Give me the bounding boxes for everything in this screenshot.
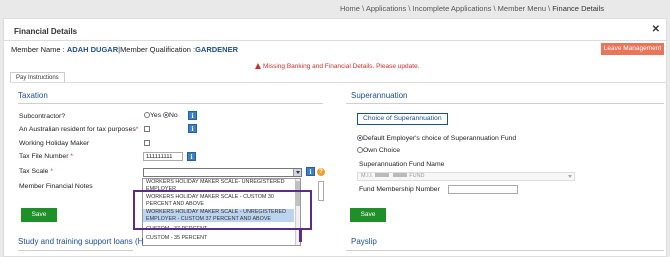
working-holiday-checkbox[interactable]: [144, 140, 150, 146]
highlight-annotation: [133, 190, 312, 230]
member-qualification-label: Member Qualification :: [120, 45, 196, 54]
breadcrumb-separator: \: [493, 4, 496, 13]
superannuation-heading: Superannuation: [351, 91, 408, 100]
redacted-text: [375, 173, 390, 177]
chevron-down-icon[interactable]: [568, 175, 572, 178]
fund-name-label: Superannuation Fund Name: [359, 161, 445, 168]
payslip-heading: Payslip: [351, 237, 377, 246]
resident-checkbox[interactable]: [144, 126, 150, 132]
fund-membership-input[interactable]: [448, 185, 518, 194]
breadcrumb-member-menu[interactable]: Member Menu: [498, 4, 546, 13]
taxation-save-button[interactable]: Save: [21, 208, 57, 222]
payslip-rule: [346, 250, 664, 251]
study-loans-rule: [18, 250, 133, 251]
default-fund-radio[interactable]: [357, 135, 363, 141]
breadcrumb-applications[interactable]: Applications: [366, 4, 406, 13]
fund-name-prefix: M.I.I.: [361, 173, 374, 179]
default-fund-label: Default Employer's choice of Superannuat…: [363, 135, 517, 142]
own-choice-option: Own Choice: [357, 147, 400, 154]
missing-details-warning: Missing Banking and Financial Details. P…: [255, 63, 419, 70]
superannuation-rule: [346, 103, 664, 104]
tax-scale-select[interactable]: [143, 168, 302, 177]
subcontractor-info-icon[interactable]: i: [188, 111, 197, 120]
panel-title: Financial Details: [14, 27, 78, 36]
fund-name-suffix: FUND: [409, 173, 425, 179]
choice-of-superannuation-legend: Choice of Superannuation: [357, 113, 448, 125]
own-choice-radio[interactable]: [357, 147, 363, 153]
breadcrumb-home[interactable]: Home: [340, 4, 360, 13]
tfn-label: Tax File Number *: [19, 153, 74, 160]
fund-name-select[interactable]: M.I.I. FUND: [357, 172, 575, 181]
tfn-info-icon[interactable]: i: [187, 152, 196, 161]
working-holiday-label: Working Holiday Maker: [19, 140, 90, 147]
breadcrumb-incomplete-applications[interactable]: Incomplete Applications: [413, 4, 492, 13]
breadcrumb-separator: \: [548, 4, 551, 13]
warning-icon: [255, 63, 261, 69]
warning-text: Missing Banking and Financial Details. P…: [263, 63, 420, 70]
breadcrumb: Home \ Applications \ Incomplete Applica…: [340, 4, 604, 13]
member-info: Member Name : ADAH DUGAR|Member Qualific…: [11, 45, 238, 54]
resident-info-icon[interactable]: i: [188, 124, 197, 133]
subcontractor-label: Subcontractor?: [19, 113, 66, 120]
subcontractor-no-radio[interactable]: [162, 112, 169, 118]
chevron-down-icon[interactable]: [293, 169, 301, 176]
fund-membership-label: Fund Membership Number: [359, 186, 440, 193]
tax-scale-info-icon[interactable]: i: [306, 167, 315, 176]
tfn-input[interactable]: [143, 152, 183, 161]
member-qualification-value: GARDENER: [195, 45, 239, 54]
leave-management-button[interactable]: Leave Management: [601, 43, 664, 55]
breadcrumb-current: Finance Details: [552, 4, 604, 13]
subcontractor-yes-radio[interactable]: [144, 112, 150, 118]
close-icon[interactable]: ✕: [652, 24, 660, 35]
member-name-value: ADAH DUGAR: [66, 45, 119, 54]
default-fund-option: Default Employer's choice of Superannuat…: [357, 135, 516, 142]
taxation-rule: [18, 103, 323, 104]
highlight-annotation-stem: [299, 229, 302, 242]
resident-label: An Australian resident for tax purposes*: [19, 126, 139, 133]
redacted-text: [393, 173, 408, 177]
own-choice-label: Own Choice: [363, 147, 401, 154]
breadcrumb-separator: \: [408, 4, 411, 13]
tab-underline: [10, 82, 666, 83]
tax-scale-label: Tax Scale *: [19, 168, 54, 175]
breadcrumb-separator: \: [362, 4, 365, 13]
subcontractor-no-label: No: [168, 112, 178, 119]
superannuation-save-button[interactable]: Save: [350, 208, 386, 222]
title-divider: [3, 40, 667, 41]
tax-scale-option[interactable]: CUSTOM - 35 PERCENT: [143, 235, 294, 242]
study-loans-heading: Study and training support loans (H: [18, 237, 144, 246]
member-financial-notes-label: Member Financial Notes: [19, 183, 93, 190]
member-financial-notes-textarea[interactable]: [318, 181, 324, 201]
subcontractor-yes-label: Yes: [150, 112, 162, 119]
taxation-heading: Taxation: [18, 91, 48, 100]
member-name-label: Member Name :: [11, 45, 65, 54]
subcontractor-radio-group: Yes No: [144, 112, 178, 119]
tax-scale-help-icon[interactable]: ?: [317, 168, 325, 176]
